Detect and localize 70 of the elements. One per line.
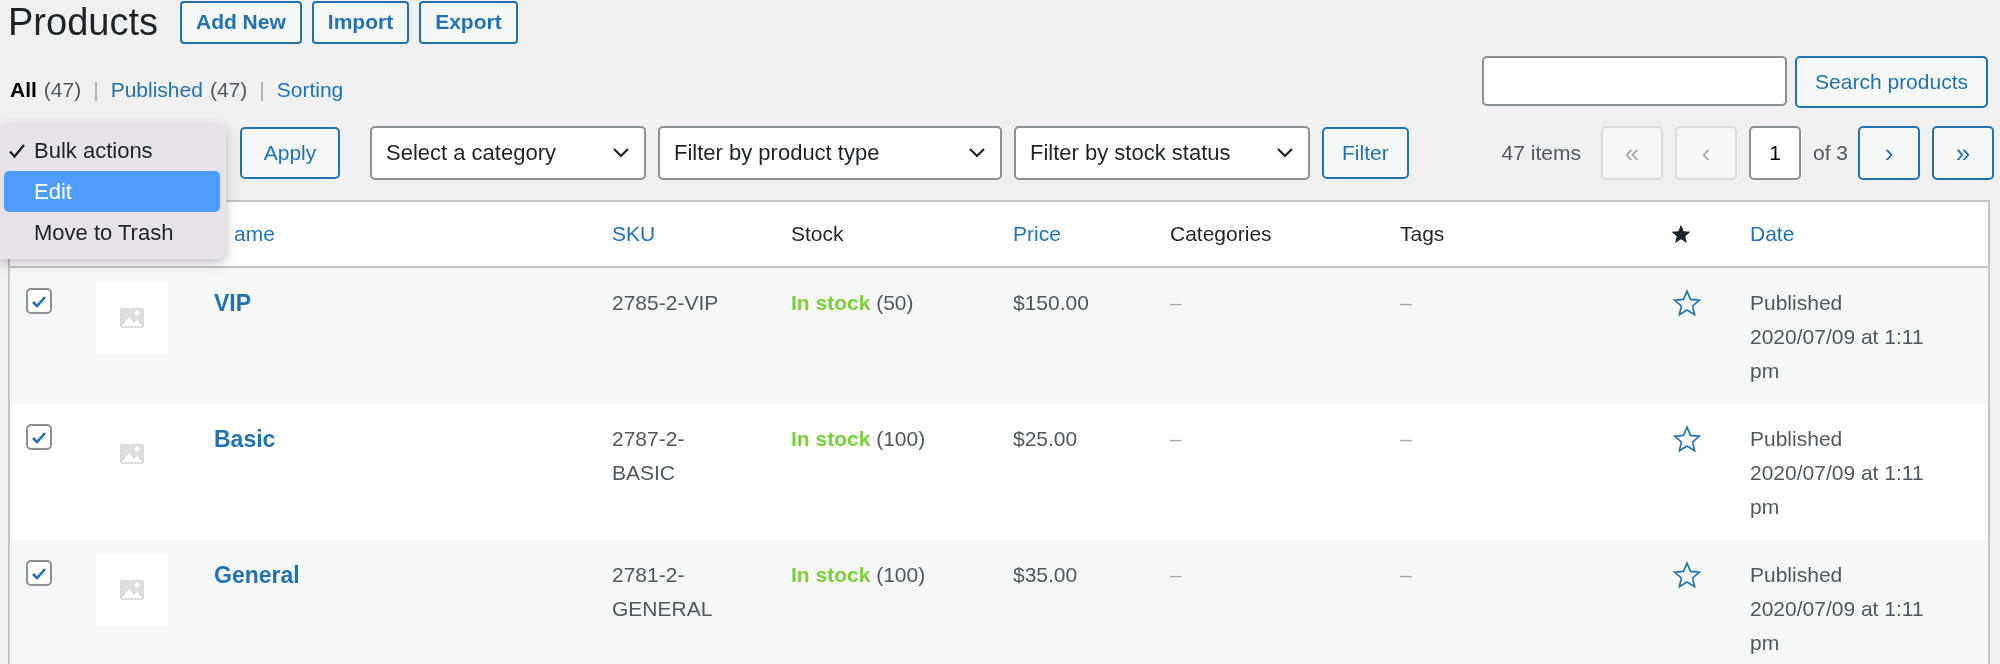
sku-text: 2781-2-GENERAL	[612, 562, 714, 622]
search-button[interactable]: Search products	[1795, 56, 1988, 108]
view-separator: |	[259, 78, 265, 102]
filter-select[interactable]: Filter by stock status	[1014, 126, 1310, 180]
search-field[interactable]	[1482, 56, 1788, 106]
filter-select[interactable]: Select a category	[370, 126, 646, 180]
stock-text: In stock (100)	[791, 426, 926, 452]
tags-text: –	[1400, 426, 1412, 452]
row-checkbox[interactable]	[26, 288, 52, 314]
date-text: Published 2020/07/09 at 1:11 pm	[1750, 562, 1925, 656]
date-text: Published 2020/07/09 at 1:11 pm	[1750, 290, 1925, 384]
view-link[interactable]: Sorting	[276, 78, 344, 102]
tags-text: –	[1400, 290, 1412, 316]
column-header[interactable]: Date	[1750, 222, 1795, 245]
view-count: (47)	[209, 78, 248, 102]
page-total: of 3	[1812, 141, 1848, 165]
menu-item[interactable]: Move to Trash	[4, 212, 220, 253]
page-field[interactable]: 1	[1748, 126, 1801, 180]
tags-text: –	[1400, 562, 1412, 588]
checkmark-icon	[32, 294, 46, 308]
star-icon[interactable]	[1672, 424, 1702, 454]
star-icon[interactable]	[1672, 560, 1702, 590]
view-count: (47)	[43, 78, 82, 102]
image-placeholder-icon	[120, 444, 144, 464]
date-text: Published 2020/07/09 at 1:11 pm	[1750, 426, 1925, 520]
view-link[interactable]: All	[10, 78, 37, 102]
column-header: Tags	[1400, 222, 1445, 245]
filter-select[interactable]: Filter by product type	[658, 126, 1002, 180]
view-link[interactable]: Published	[110, 78, 203, 102]
header-button[interactable]: Export	[419, 0, 518, 44]
checkmark-icon	[32, 430, 46, 444]
row-checkbox[interactable]	[26, 560, 52, 586]
row-checkbox[interactable]	[26, 424, 52, 450]
menu-item[interactable]: Edit	[4, 171, 220, 212]
stock-text: In stock (50)	[791, 290, 914, 316]
image-placeholder-icon	[120, 308, 144, 328]
categories-text: –	[1170, 290, 1182, 316]
filter-button[interactable]: Filter	[1322, 127, 1409, 179]
sku-text: 2787-2-BASIC	[612, 426, 686, 486]
price-text: $150.00	[1013, 290, 1089, 316]
chevron-down-icon	[1276, 147, 1294, 159]
star-icon[interactable]	[1672, 288, 1702, 318]
star-icon	[1670, 223, 1692, 245]
column-header: Stock	[791, 222, 844, 245]
menu-item[interactable]: Bulk actions	[4, 130, 220, 171]
header-button[interactable]: Import	[311, 0, 410, 44]
product-name-link[interactable]: VIP	[214, 290, 252, 316]
column-header[interactable]: ame	[234, 222, 275, 245]
header-button[interactable]: Add New	[179, 0, 302, 44]
sku-text: 2785-2-VIP	[612, 290, 720, 316]
product-name-link[interactable]: General	[214, 562, 300, 588]
categories-text: –	[1170, 426, 1182, 452]
column-header: Categories	[1170, 222, 1272, 245]
pagination-button[interactable]: ›	[1858, 126, 1920, 180]
item-count: 47 items	[1501, 141, 1581, 165]
chevron-down-icon	[968, 147, 986, 159]
chevron-down-icon	[612, 147, 630, 159]
checkmark-icon	[32, 566, 46, 580]
page-title: Products	[8, 0, 158, 44]
price-text: $35.00	[1013, 562, 1078, 588]
apply-button[interactable]: Apply	[240, 127, 340, 179]
price-text: $25.00	[1013, 426, 1078, 452]
image-placeholder-icon	[120, 580, 144, 600]
column-header[interactable]: Price	[1013, 222, 1061, 245]
product-name-link[interactable]: Basic	[214, 426, 276, 452]
stock-text: In stock (100)	[791, 562, 926, 588]
pagination-button[interactable]: »	[1932, 126, 1994, 180]
view-separator: |	[93, 78, 99, 102]
column-header[interactable]: SKU	[612, 222, 656, 245]
categories-text: –	[1170, 562, 1182, 588]
